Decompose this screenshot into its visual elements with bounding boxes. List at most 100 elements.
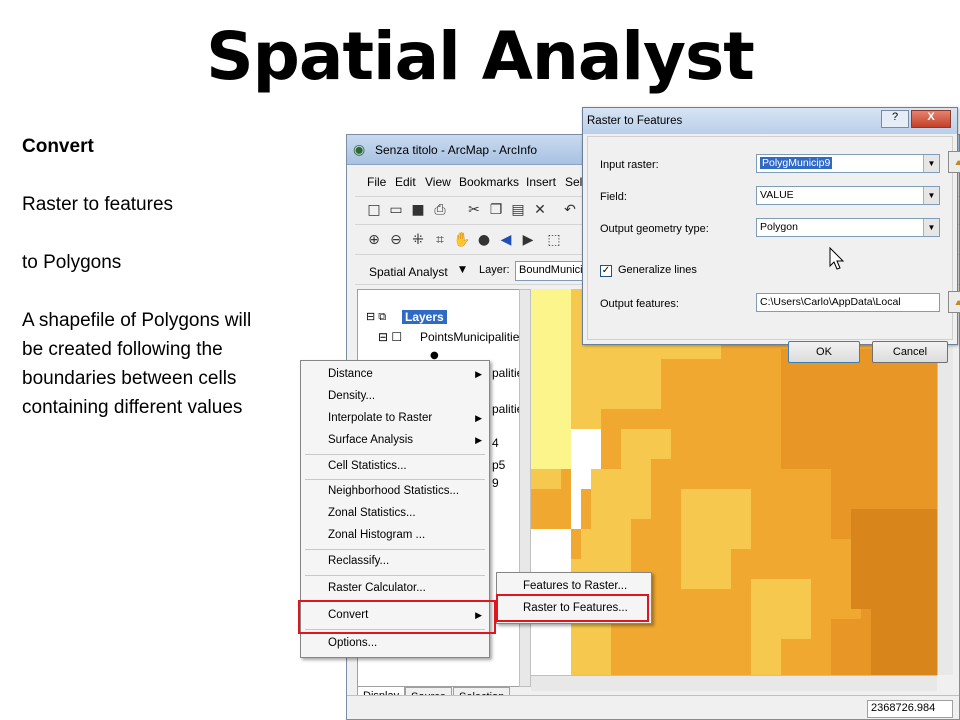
full-extent-globe-icon[interactable]: ● (475, 232, 493, 248)
select-features-icon[interactable]: ⬚ (545, 232, 563, 248)
pan-hand-icon[interactable]: ✋ (453, 232, 471, 248)
menu-item-label: Surface Analysis (328, 434, 414, 446)
notes-line-1: Raster to features (22, 194, 174, 215)
chevron-down-icon[interactable]: ▼ (923, 155, 939, 172)
input-raster-label: Input raster: (600, 159, 659, 171)
paste-icon[interactable]: ▤ (509, 202, 527, 218)
notes-paragraph: A shapefile of Polygons will be created … (22, 310, 252, 418)
geometry-type-combo[interactable]: Polygon ▼ (756, 218, 940, 237)
chevron-down-icon[interactable]: ▼ (923, 219, 939, 236)
slide-title: Spatial Analyst (206, 18, 755, 95)
input-raster-value: PolygMunicip9 (760, 157, 833, 169)
mouse-cursor-icon (829, 246, 845, 270)
menu-item-distance[interactable]: Distance ▶ (301, 364, 489, 386)
toc-layers-label[interactable]: Layers (402, 310, 447, 324)
save-icon[interactable]: ■ (409, 202, 427, 218)
notes-heading: Convert (22, 136, 94, 157)
menu-item-surface-analysis[interactable]: Surface Analysis ▶ (301, 430, 489, 452)
forward-arrow-icon[interactable]: ▶ (519, 232, 537, 248)
menu-item-label: Reclassify... (328, 555, 390, 567)
open-folder-icon[interactable]: ▰ (948, 151, 960, 173)
geometry-type-label: Output geometry type: (600, 223, 709, 235)
menu-item-label: Options... (328, 637, 378, 649)
submenu-arrow-icon: ▶ (475, 369, 482, 379)
print-icon[interactable]: ⎙ (431, 202, 449, 218)
ok-button[interactable]: OK (788, 341, 860, 363)
spatial-analyst-dropdown[interactable]: Spatial Analyst (369, 265, 448, 279)
convert-highlight (298, 600, 496, 634)
submenu-arrow-icon: ▶ (475, 435, 482, 445)
help-button[interactable]: ? (881, 110, 909, 128)
menu-item-interpolate[interactable]: Interpolate to Raster ▶ (301, 408, 489, 430)
menu-file[interactable]: File (367, 175, 386, 189)
menu-item-label: Neighborhood Statistics... (328, 485, 460, 497)
menu-bookmarks[interactable]: Bookmarks (459, 175, 519, 189)
field-value: VALUE (760, 189, 794, 201)
dialog-title: Raster to Features (587, 115, 683, 127)
open-folder-icon[interactable]: ▭ (387, 202, 405, 218)
menu-item-zonal-histogram[interactable]: Zonal Histogram ... (301, 525, 489, 547)
menu-item-label: Cell Statistics... (328, 460, 407, 472)
toc-scrollbar[interactable] (519, 289, 531, 687)
generalize-lines-checkbox[interactable]: ✓ (600, 265, 612, 277)
toc-layer-item[interactable]: PointsMunicipalitie (420, 330, 519, 344)
new-document-icon[interactable]: □ (365, 202, 383, 218)
menu-edit[interactable]: Edit (395, 175, 416, 189)
output-features-field[interactable]: C:\Users\Carlo\AppData\Local (756, 293, 940, 312)
cut-icon[interactable]: ✂ (465, 202, 483, 218)
menu-item-label: Interpolate to Raster (328, 412, 433, 424)
status-bar: 2368726.984 (347, 695, 959, 719)
output-features-label: Output features: (600, 298, 679, 310)
collapse-icon[interactable]: ⊟ ☐ (378, 330, 402, 344)
menu-item-density[interactable]: Density... (301, 386, 489, 408)
toc-layer-item[interactable]: p5 (492, 458, 505, 472)
menu-separator (305, 454, 485, 455)
generalize-lines-label: Generalize lines (618, 264, 697, 276)
dialog-titlebar[interactable]: Raster to Features ? X (583, 108, 957, 134)
zoom-out-icon[interactable]: ⊖ (387, 232, 405, 248)
menu-item-zonal-statistics[interactable]: Zonal Statistics... (301, 503, 489, 525)
delete-icon[interactable]: ✕ (531, 202, 549, 218)
menu-item-cell-statistics[interactable]: Cell Statistics... (301, 456, 489, 478)
dropdown-arrow-icon[interactable]: ▼ (459, 265, 466, 275)
fixed-zoom-out-icon[interactable]: ⌗ (431, 232, 449, 248)
menu-item-label: Raster Calculator... (328, 582, 426, 594)
slide-notes: Convert Raster to features to Polygons A… (22, 132, 252, 422)
close-button[interactable]: X (911, 110, 951, 128)
fixed-zoom-in-icon[interactable]: ⁜ (409, 232, 427, 248)
map-horizontal-scrollbar[interactable] (531, 675, 937, 691)
menu-item-label: Zonal Histogram ... (328, 529, 426, 541)
menu-separator (305, 575, 485, 576)
menu-view[interactable]: View (425, 175, 451, 189)
layer-label: Layer: (479, 264, 510, 276)
menu-separator (305, 479, 485, 480)
notes-line-2: to Polygons (22, 252, 122, 273)
copy-icon[interactable]: ❐ (487, 202, 505, 218)
raster-to-features-dialog: Raster to Features ? X Input raster: Pol… (582, 107, 960, 363)
menu-item-label: Density... (328, 390, 376, 402)
chevron-down-icon[interactable]: ▼ (923, 187, 939, 204)
input-raster-combo[interactable]: PolygMunicip9 ▼ (756, 154, 940, 173)
coordinate-readout: 2368726.984 (867, 700, 953, 718)
dialog-body: Input raster: PolygMunicip9 ▼ ▰ Field: V… (587, 136, 960, 363)
field-combo[interactable]: VALUE ▼ (756, 186, 940, 205)
zoom-in-icon[interactable]: ⊕ (365, 232, 383, 248)
open-folder-icon[interactable]: ▰ (948, 291, 960, 313)
collapse-icon[interactable]: ⊟ ⧉ (366, 310, 386, 324)
raster-to-features-highlight (496, 594, 649, 622)
field-label: Field: (600, 191, 627, 203)
menu-item-raster-calculator[interactable]: Raster Calculator... (301, 578, 489, 600)
toc-layer-item[interactable]: 9 (492, 476, 499, 490)
menu-item-neighborhood-statistics[interactable]: Neighborhood Statistics... (301, 481, 489, 503)
menu-insert[interactable]: Insert (526, 175, 556, 189)
back-arrow-icon[interactable]: ◀ (497, 232, 515, 248)
menu-item-options[interactable]: Options... (301, 633, 489, 655)
toc-layer-item[interactable]: 4 (492, 436, 499, 450)
menu-item-label: Distance (328, 368, 373, 380)
cancel-button[interactable]: Cancel (872, 341, 948, 363)
menu-separator (305, 549, 485, 550)
undo-icon[interactable]: ↶ (561, 202, 579, 218)
arcmap-window-title: Senza titolo - ArcMap - ArcInfo (375, 143, 538, 157)
geometry-type-value: Polygon (760, 221, 798, 233)
menu-item-reclassify[interactable]: Reclassify... (301, 551, 489, 573)
